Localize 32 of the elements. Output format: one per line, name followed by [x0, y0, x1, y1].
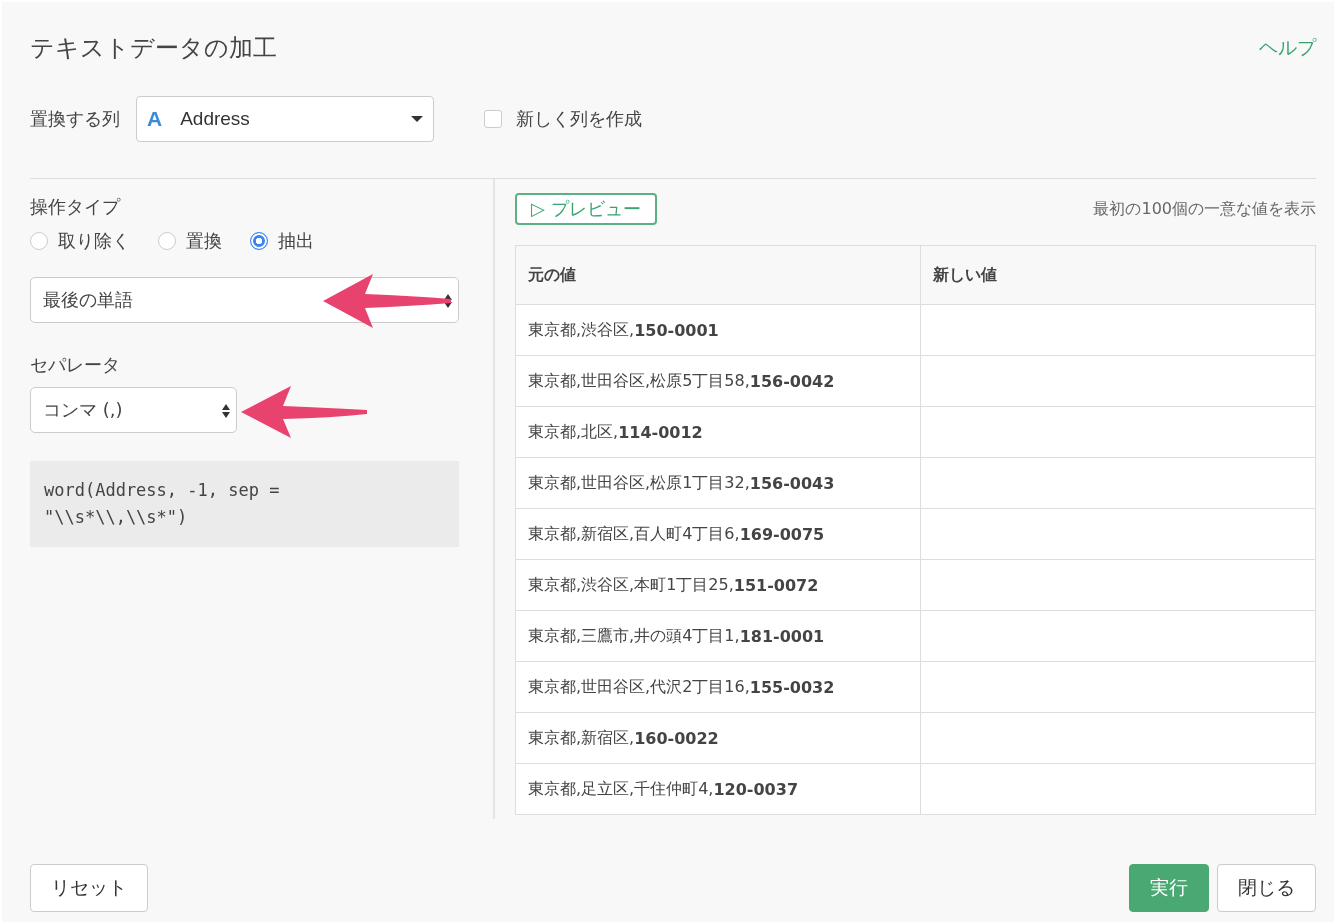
radio-label: 抽出 — [278, 229, 314, 253]
column-label: 置換する列 — [30, 107, 120, 131]
table-cell-text: 東京都,三鷹市,井の頭4丁目1,181-0001 — [527, 624, 826, 648]
table-cell-text: 東京都,世田谷区,代沢2丁目16,155-0032 — [527, 675, 836, 699]
radio-button[interactable] — [250, 232, 268, 250]
preview-note: 最初の100個の一意な値を表示 — [1093, 198, 1316, 220]
table-cell-text: 東京都,新宿区,百人町4丁目6,169-0075 — [527, 522, 826, 546]
column-header: 元の値 — [527, 263, 577, 286]
radio-label: 取り除く — [58, 229, 130, 253]
column-dropdown[interactable]: A Address — [136, 96, 434, 142]
table-cell-text: 東京都,北区,114-0012 — [527, 420, 704, 444]
column-header: 新しい値 — [920, 246, 1315, 304]
section-label: 操作タイプ — [30, 195, 122, 219]
updown-icon — [444, 294, 452, 308]
table-cell-text: 東京都,新宿区,160-0022 — [527, 726, 720, 750]
table-cell-text: 東京都,渋谷区,150-0001 — [527, 318, 720, 342]
table-cell-text: 東京都,世田谷区,松原5丁目58,156-0042 — [527, 369, 836, 393]
radio-button[interactable] — [158, 232, 176, 250]
code-block: word(Address, -1, sep = "\\s*\\,\\s*") — [30, 461, 459, 548]
caret-icon — [411, 116, 423, 122]
updown-icon — [222, 404, 230, 418]
section-label: セパレータ — [30, 353, 121, 377]
table-cell-text: 東京都,世田谷区,松原1丁目32,156-0043 — [527, 471, 836, 495]
close-button[interactable]: 閉じる — [1217, 864, 1316, 912]
checkbox-label: 新しく列を作成 — [516, 107, 642, 131]
table-cell-text: 東京都,足立区,千住仲町4,120-0037 — [527, 777, 799, 801]
dialog-title: テキストデータの加工 — [30, 33, 277, 64]
radio-label: 置換 — [186, 229, 222, 253]
checkbox[interactable] — [484, 110, 502, 128]
radio-button[interactable] — [30, 232, 48, 250]
reset-button[interactable]: リセット — [30, 864, 148, 912]
table-cell-text: 東京都,渋谷区,本町1丁目25,151-0072 — [527, 573, 820, 597]
